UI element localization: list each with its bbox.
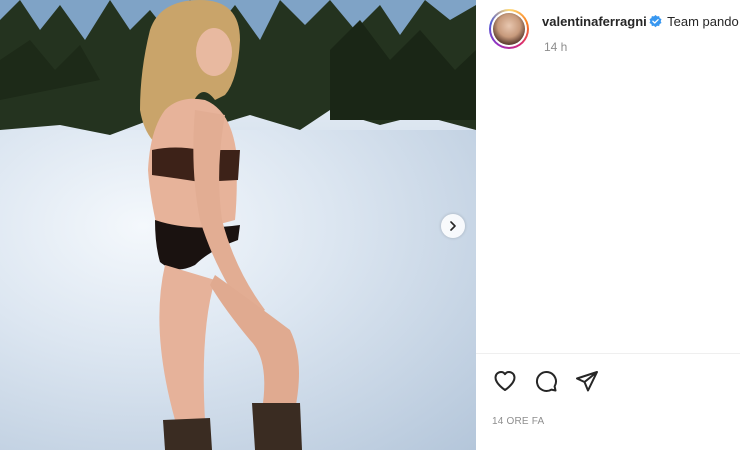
post-time-short[interactable]: 14 h [544, 40, 567, 54]
post-timestamp[interactable]: 14 ORE FA [492, 416, 544, 427]
avatar[interactable] [489, 9, 529, 49]
like-button[interactable] [492, 368, 518, 394]
post-actions [492, 368, 600, 394]
heart-icon [494, 371, 516, 391]
comment-bubble-icon [535, 370, 557, 392]
post-caption-line: valentinaferragni Team pando [542, 14, 739, 29]
section-divider [476, 353, 740, 354]
username-link[interactable]: valentinaferragni [542, 14, 647, 29]
comment-button[interactable] [533, 368, 559, 394]
post-sidebar: valentinaferragni Team pando 14 h 14 ORE… [476, 0, 740, 450]
person-figure [140, 0, 302, 450]
verified-badge-icon [649, 15, 662, 28]
share-button[interactable] [574, 368, 600, 394]
post-header: valentinaferragni Team pando 14 h [476, 0, 740, 60]
carousel-next-button[interactable] [441, 214, 465, 238]
chevron-right-icon [450, 221, 456, 231]
paper-plane-icon [576, 371, 598, 392]
avatar-image [493, 13, 525, 45]
post-media[interactable] [0, 0, 476, 450]
post-caption: Team pando [667, 14, 739, 29]
